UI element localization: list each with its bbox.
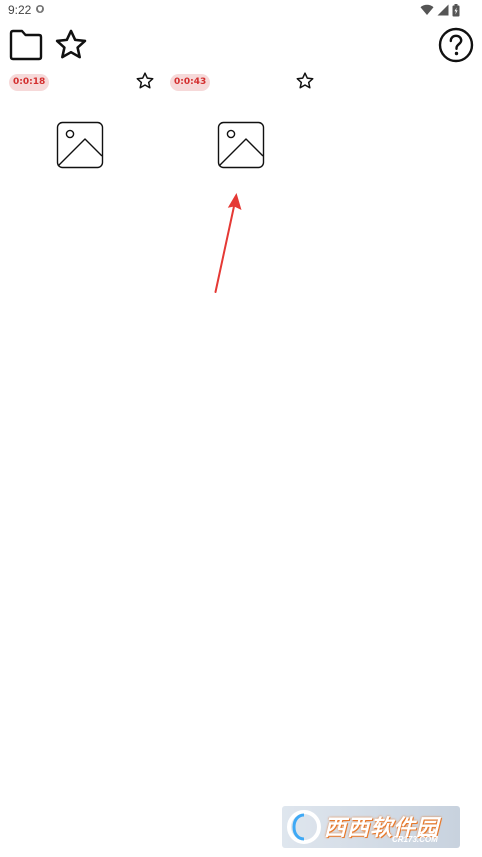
image-placeholder-icon[interactable]: [217, 121, 265, 169]
watermark-subtext: CR173.COM: [392, 835, 438, 844]
folder-icon: [9, 29, 43, 61]
star-outline-icon[interactable]: [135, 71, 155, 91]
star-icon: [55, 29, 87, 59]
help-icon: [438, 27, 474, 63]
watermark-logo: 西西软件园 CR173.COM: [282, 806, 460, 848]
notification-shield-icon: [36, 5, 44, 13]
help-button[interactable]: [437, 26, 475, 64]
star-outline-icon[interactable]: [295, 71, 315, 91]
image-placeholder-icon[interactable]: [56, 121, 104, 169]
wifi-icon: [420, 4, 434, 15]
annotation-arrow: [214, 193, 242, 293]
cell-signal-icon: [437, 4, 449, 16]
status-time: 9:22: [8, 3, 32, 17]
media-item[interactable]: 0:0:43: [160, 70, 320, 180]
folder-button[interactable]: [7, 27, 45, 63]
status-bar: 9:22: [0, 0, 482, 22]
battery-icon: [452, 3, 460, 16]
duration-badge: 0:0:43: [170, 74, 211, 91]
favorites-button[interactable]: [52, 26, 90, 64]
duration-badge: 0:0:18: [9, 74, 50, 91]
media-item[interactable]: 0:0:18: [0, 70, 160, 180]
status-icons: [420, 3, 460, 17]
